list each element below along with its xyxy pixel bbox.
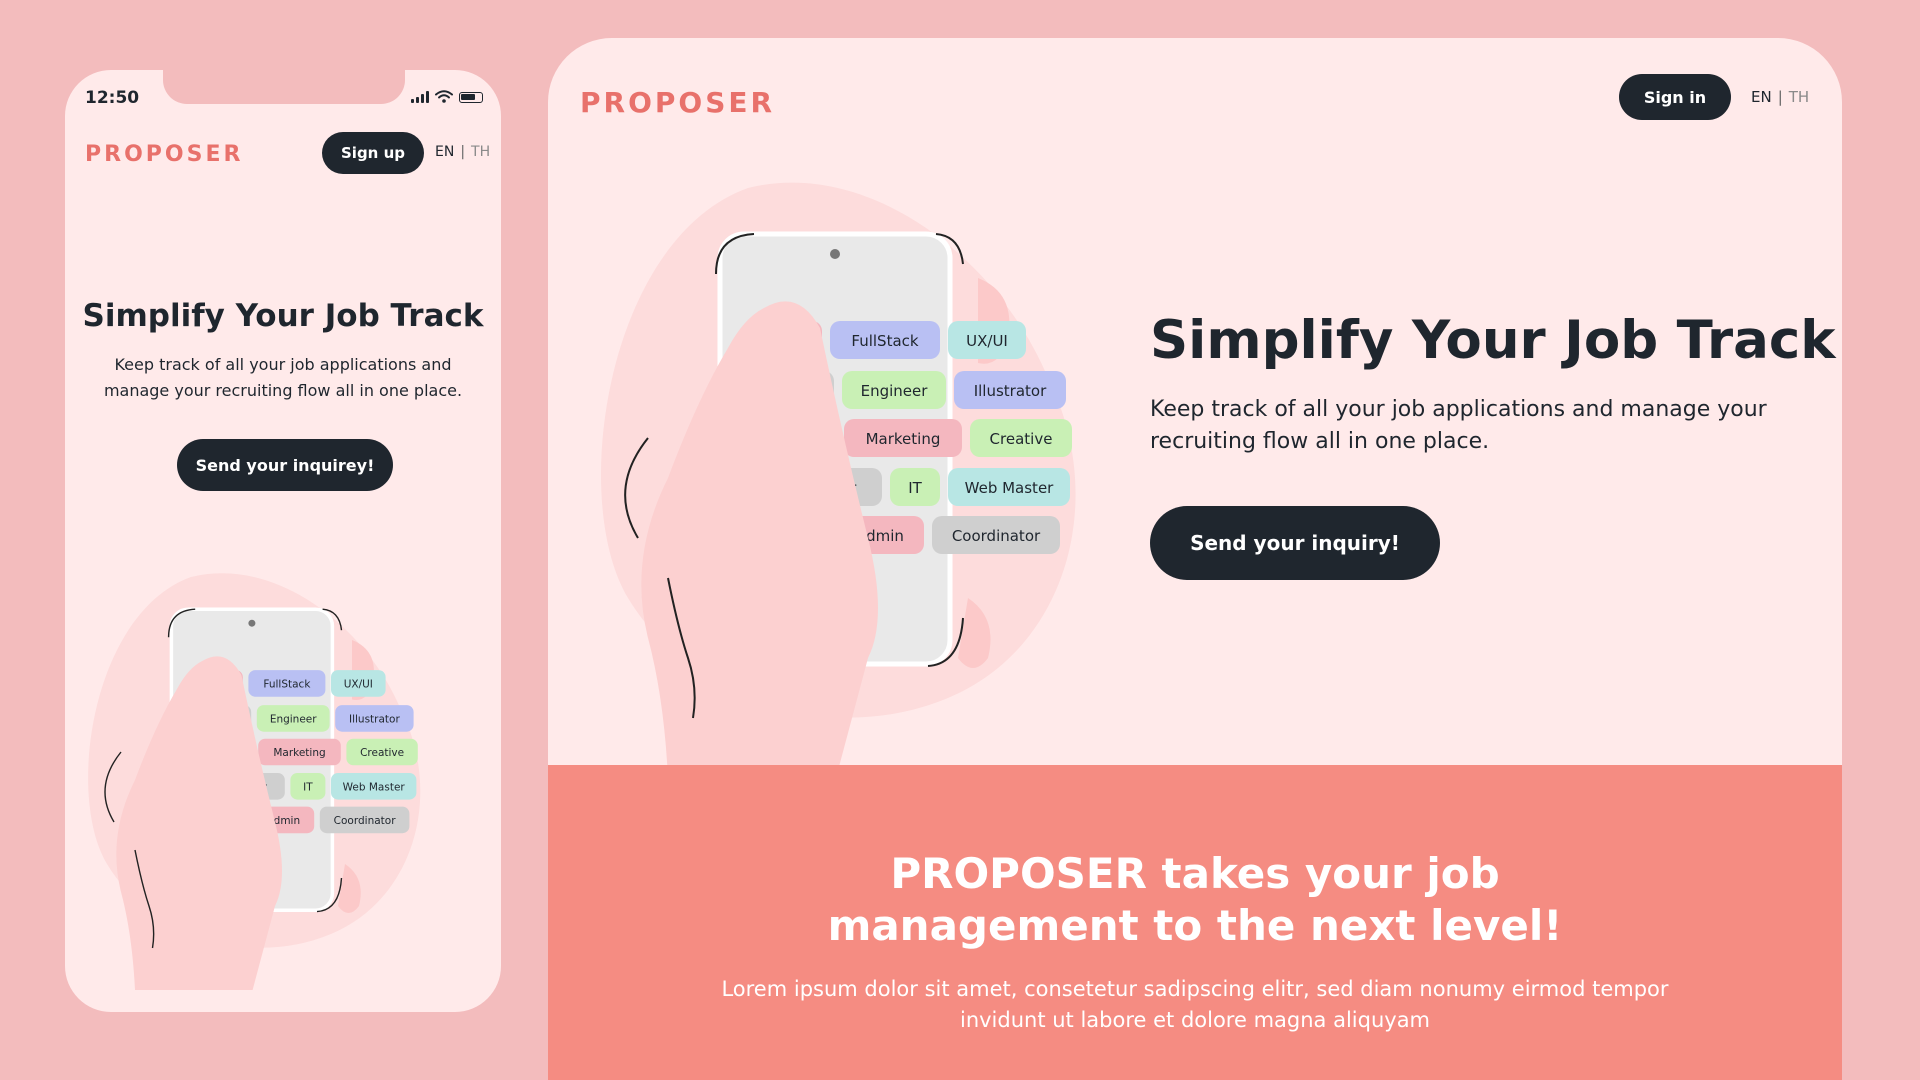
hero-title: Simplify Your Job Track xyxy=(82,298,484,334)
job-tag-label: UX/UI xyxy=(966,332,1008,350)
job-tag-label: FullStack xyxy=(263,679,311,691)
hero-title: Simplify Your Job Track xyxy=(1150,310,1836,371)
job-tag-label: IT xyxy=(303,782,313,794)
phone-camera xyxy=(248,619,256,627)
lang-th[interactable]: TH xyxy=(1789,88,1809,106)
job-tag-label: Marketing xyxy=(273,747,325,759)
send-inquiry-button[interactable]: Send your inquirey! xyxy=(177,439,393,491)
band-title-line-2: management to the next level! xyxy=(827,901,1563,950)
hero-subtitle: Keep track of all your job applications … xyxy=(1150,397,1767,454)
lang-separator: | xyxy=(1777,88,1783,106)
phone-notch xyxy=(163,70,405,104)
lang-en[interactable]: EN xyxy=(1751,88,1772,106)
phone-in-hand-illustration: uctionFullStackUX/UISalesEngineerIllustr… xyxy=(601,182,1076,778)
phone-camera xyxy=(830,249,840,259)
job-tag-label: Coordinator xyxy=(334,815,397,827)
cellular-signal-icon xyxy=(411,91,429,103)
job-tag-label: Marketing xyxy=(866,430,941,448)
job-tag-label: Engineer xyxy=(861,382,929,400)
job-tag-label: FullStack xyxy=(851,332,918,350)
status-icons xyxy=(411,90,483,103)
job-tag-label: Coordinator xyxy=(952,527,1041,545)
job-tag-label: Web Master xyxy=(965,479,1055,497)
job-tag-label: Engineer xyxy=(270,714,317,726)
job-tag-label: UX/UI xyxy=(344,679,373,691)
band-title: PROPOSER takes your job management to th… xyxy=(548,848,1842,952)
lang-en[interactable]: EN xyxy=(435,144,454,160)
lang-separator: | xyxy=(460,144,466,160)
sign-up-button[interactable]: Sign up xyxy=(322,132,424,174)
language-switcher: EN | TH xyxy=(1751,88,1809,106)
sign-in-button[interactable]: Sign in xyxy=(1619,74,1731,120)
battery-icon xyxy=(459,92,483,103)
job-tag-label: Creative xyxy=(990,430,1053,448)
status-time: 12:50 xyxy=(85,88,140,108)
phone-in-hand-illustration: uctionFullStackUX/UISalesEngineerIllustr… xyxy=(88,573,421,990)
lang-th[interactable]: TH xyxy=(471,144,490,160)
job-tag-label: Illustrator xyxy=(349,714,400,726)
job-tag-label: Illustrator xyxy=(974,382,1047,400)
logo[interactable]: PROPOSER xyxy=(580,86,775,119)
logo[interactable]: PROPOSER xyxy=(85,142,243,167)
mobile-preview: 12:50 PROPOSER Sign up EN | TH Simplify … xyxy=(65,70,501,1012)
hero-subtitle: Keep track of all your job applications … xyxy=(103,355,463,400)
job-tag-label: IT xyxy=(908,479,922,497)
job-tag-label: Creative xyxy=(360,747,404,759)
band-description: Lorem ipsum dolor sit amet, consetetur s… xyxy=(721,977,1669,1032)
send-inquiry-button[interactable]: Send your inquiry! xyxy=(1150,506,1440,580)
wifi-icon xyxy=(435,90,453,103)
desktop-preview: PROPOSER Sign in EN | TH uctionFullStack… xyxy=(548,38,1842,1080)
language-switcher: EN | TH xyxy=(435,144,490,160)
band-title-line-1: PROPOSER takes your job xyxy=(890,849,1500,898)
job-tag-label: Web Master xyxy=(343,782,406,794)
